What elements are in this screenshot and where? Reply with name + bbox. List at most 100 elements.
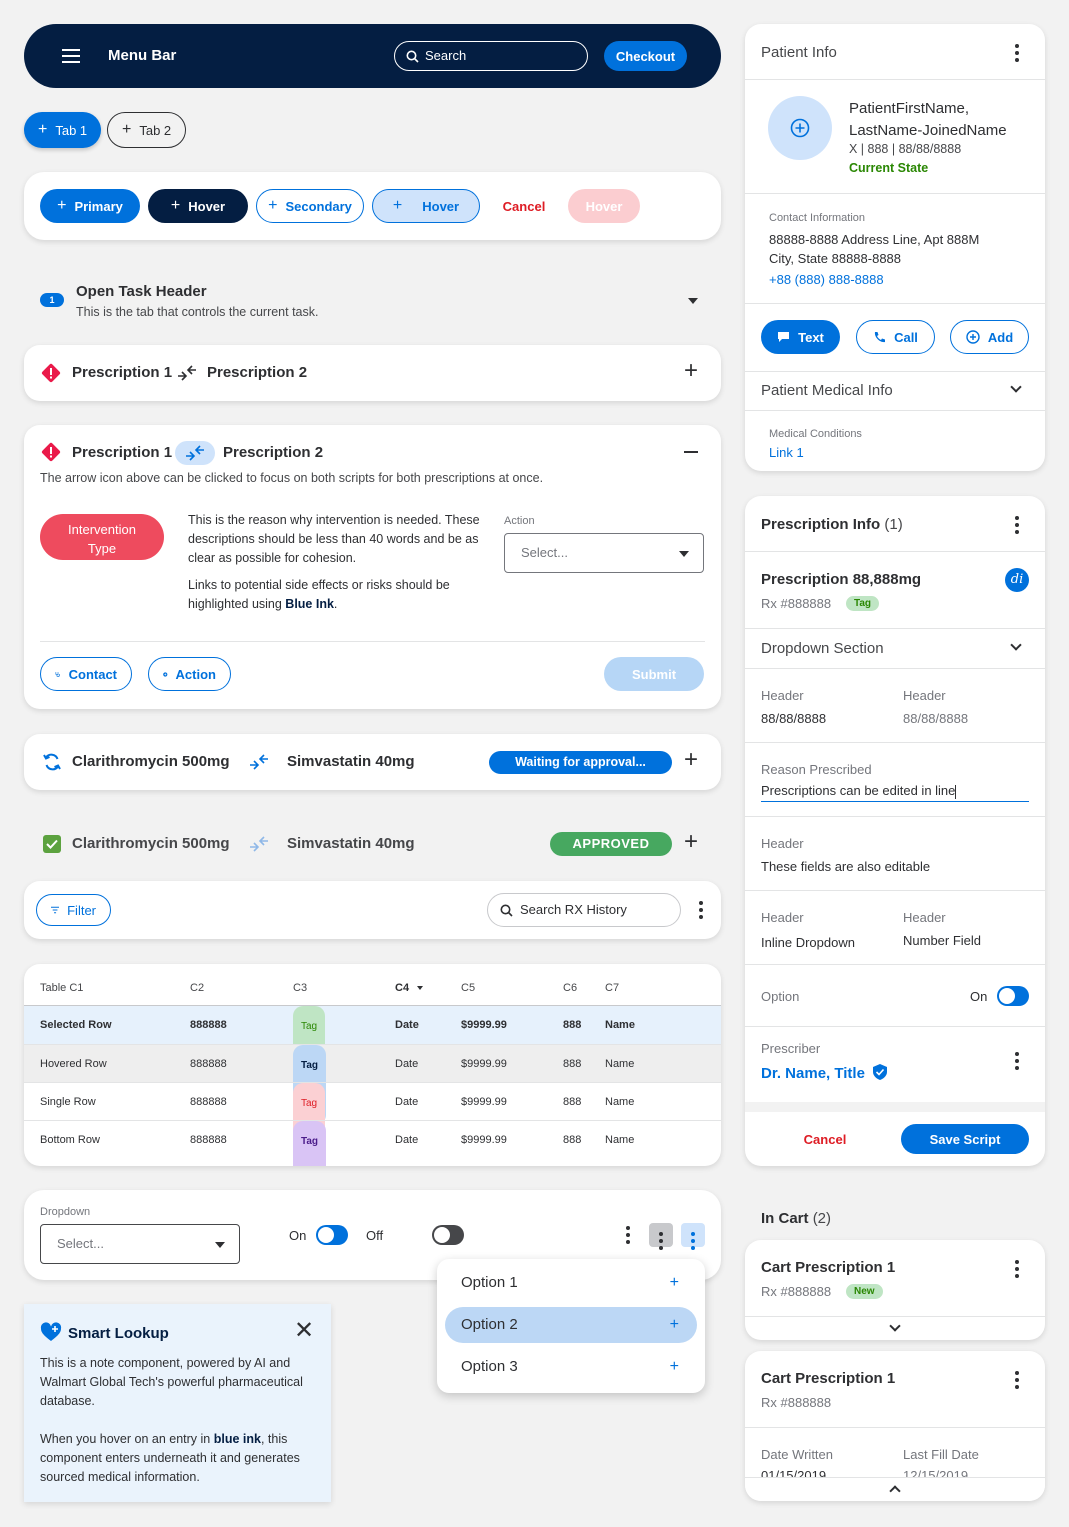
search-input[interactable]: Search bbox=[394, 41, 588, 71]
tab-1[interactable]: + Tab 1 bbox=[24, 112, 102, 148]
table-row[interactable]: Bottom Row 888888 Tag 4 Date $9999.99 88… bbox=[24, 1121, 721, 1166]
patient-info-header: Patient Info bbox=[761, 44, 837, 61]
cancel-hover-button[interactable]: Hover bbox=[568, 189, 640, 223]
call-button[interactable]: Call bbox=[856, 320, 935, 354]
medical-conditions-link[interactable]: Link 1 bbox=[769, 445, 804, 460]
table-row[interactable]: Hovered Row 888888 Tag 2 Date $9999.99 8… bbox=[24, 1045, 721, 1125]
address-line-2: City, State 88888-8888 bbox=[769, 251, 902, 266]
caret-down-icon[interactable] bbox=[688, 298, 698, 304]
drug-info-icon[interactable]: di bbox=[1005, 568, 1029, 592]
drug-right: Simvastatin 40mg bbox=[287, 753, 415, 770]
more-options-active[interactable] bbox=[681, 1223, 705, 1250]
table-row[interactable]: Single Row 888888 Tag 3 Date $9999.99 88… bbox=[24, 1083, 721, 1163]
column-header[interactable]: Table C1 bbox=[40, 982, 83, 994]
contact-label: Contact Information bbox=[769, 212, 865, 224]
toggle-knob bbox=[999, 988, 1015, 1004]
rx-history-search[interactable]: Search RX History bbox=[487, 893, 681, 927]
expand-plus-icon[interactable]: + bbox=[684, 748, 698, 772]
drug-left: Clarithromycin 500mg bbox=[72, 835, 230, 852]
more-options-icon[interactable] bbox=[1011, 1052, 1023, 1070]
tab-2[interactable]: + Tab 2 bbox=[107, 112, 187, 148]
task-header[interactable]: 1 Open Task Header This is the tab that … bbox=[24, 280, 721, 324]
divider bbox=[745, 79, 1045, 80]
more-options-icon[interactable] bbox=[1011, 1371, 1023, 1389]
text-button[interactable]: Text bbox=[761, 320, 840, 354]
checkout-button[interactable]: Checkout bbox=[604, 41, 687, 71]
swap-arrows-icon[interactable] bbox=[176, 364, 198, 382]
save-script-button[interactable]: Save Script bbox=[901, 1124, 1029, 1154]
contact-button[interactable]: Contact bbox=[40, 657, 132, 691]
filter-icon bbox=[51, 906, 60, 914]
primary-button[interactable]: + Primary bbox=[40, 189, 140, 223]
more-options-icon[interactable] bbox=[695, 901, 707, 919]
column-header[interactable]: C6 bbox=[563, 982, 577, 994]
smart-lookup-text: This is a note component, powered by AI … bbox=[40, 1356, 303, 1408]
reason-input[interactable]: Prescriptions can be edited in line bbox=[761, 783, 1029, 802]
hamburger-icon[interactable] bbox=[62, 49, 80, 63]
search-icon bbox=[500, 904, 513, 917]
action-select[interactable]: Select... bbox=[504, 533, 704, 573]
divider bbox=[745, 410, 1045, 411]
menu-option[interactable]: Option 1 + bbox=[445, 1265, 697, 1301]
column-header[interactable]: C7 bbox=[605, 982, 619, 994]
add-button[interactable]: Add bbox=[950, 320, 1029, 354]
inline-dropdown[interactable]: Inline Dropdown bbox=[761, 935, 855, 950]
prescription-card-collapsed[interactable]: Prescription 1 Prescription 2 + bbox=[24, 345, 721, 401]
column-header[interactable]: C4 bbox=[395, 982, 424, 994]
more-options-icon[interactable] bbox=[1011, 44, 1023, 62]
number-field[interactable]: Number Field bbox=[903, 933, 981, 948]
menu-option-selected[interactable]: Option 2 + bbox=[445, 1307, 697, 1343]
more-options-icon[interactable] bbox=[1011, 516, 1023, 534]
secondary-hover-button[interactable]: + Hover bbox=[372, 189, 480, 223]
divider bbox=[745, 742, 1045, 743]
phone-icon bbox=[874, 331, 886, 342]
focus-swap-button[interactable] bbox=[175, 441, 215, 465]
drug-row-approved[interactable]: Clarithromycin 500mg Simvastatin 40mg AP… bbox=[24, 816, 721, 872]
filter-button[interactable]: Filter bbox=[36, 894, 111, 926]
patient-phone[interactable]: +88 (888) 888-8888 bbox=[769, 272, 884, 287]
toggle-on[interactable] bbox=[316, 1225, 348, 1245]
column-header[interactable]: C2 bbox=[190, 982, 204, 994]
option-label: Option bbox=[761, 989, 800, 1004]
cancel-button[interactable]: Cancel bbox=[785, 1124, 865, 1154]
prescriber-name[interactable]: Dr. Name, Title bbox=[761, 1064, 888, 1082]
table-row[interactable]: Selected Row 888888 Tag 1 Date $9999.99 … bbox=[24, 1006, 721, 1086]
menu-option[interactable]: Option 3 + bbox=[445, 1349, 697, 1385]
primary-hover-button[interactable]: + Hover bbox=[148, 189, 248, 223]
expand-plus-icon[interactable]: + bbox=[684, 830, 698, 854]
field-label: Header bbox=[903, 688, 946, 703]
alert-diamond-icon bbox=[41, 363, 61, 383]
editable-field[interactable]: These fields are also editable bbox=[761, 859, 930, 874]
collapse-minus-icon[interactable] bbox=[684, 451, 698, 453]
last-fill-label: Last Fill Date bbox=[903, 1447, 979, 1462]
prescriber-label: Prescriber bbox=[761, 1041, 821, 1056]
more-options-icon[interactable] bbox=[1011, 1260, 1023, 1278]
dropdown-section-toggle[interactable]: Dropdown Section bbox=[745, 629, 1045, 668]
column-header[interactable]: C3 bbox=[293, 982, 307, 994]
more-options-hover[interactable] bbox=[649, 1223, 673, 1250]
action-button[interactable]: Action bbox=[148, 657, 231, 691]
menu-bar-title: Menu Bar bbox=[108, 47, 177, 64]
avatar[interactable] bbox=[768, 96, 832, 160]
column-header[interactable]: C5 bbox=[461, 982, 475, 994]
cart-item-expanded[interactable]: Cart Prescription 1 Rx #888888 Date Writ… bbox=[745, 1351, 1045, 1501]
option-toggle[interactable] bbox=[997, 986, 1029, 1006]
cart-item[interactable]: Cart Prescription 1 Rx #888888 New bbox=[745, 1240, 1045, 1340]
swap-arrows-icon[interactable] bbox=[248, 835, 270, 853]
drug-left: Clarithromycin 500mg bbox=[72, 753, 230, 770]
expand-plus-icon[interactable]: + bbox=[684, 359, 698, 383]
more-options-icon[interactable] bbox=[622, 1226, 634, 1244]
toggle-on-label: On bbox=[289, 1228, 307, 1243]
secondary-button[interactable]: + Secondary bbox=[256, 189, 364, 223]
swap-arrows-icon[interactable] bbox=[248, 753, 270, 771]
collapse-bar[interactable] bbox=[745, 1477, 1045, 1501]
chat-icon bbox=[778, 332, 790, 342]
dropdown-select[interactable]: Select... bbox=[40, 1224, 240, 1264]
patient-medical-info-toggle[interactable]: Patient Medical Info bbox=[745, 372, 1045, 410]
drug-row-waiting[interactable]: Clarithromycin 500mg Simvastatin 40mg Wa… bbox=[24, 734, 721, 790]
submit-button[interactable]: Submit bbox=[604, 657, 704, 691]
chevron-down-icon[interactable] bbox=[889, 1320, 901, 1332]
toggle-off[interactable] bbox=[432, 1225, 465, 1245]
cancel-button[interactable]: Cancel bbox=[488, 189, 560, 223]
close-icon[interactable]: ✕ bbox=[294, 1319, 314, 1343]
